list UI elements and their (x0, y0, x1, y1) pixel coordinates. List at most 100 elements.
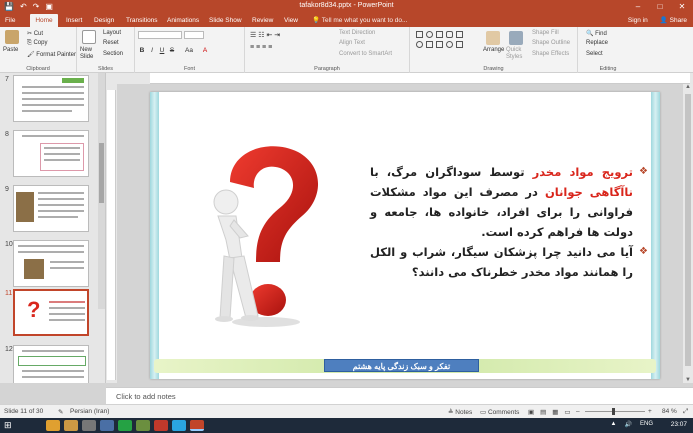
quick-styles-icon[interactable] (509, 31, 523, 45)
close-button[interactable]: ✕ (671, 0, 693, 14)
whatsapp-icon[interactable] (118, 420, 132, 431)
cut-button[interactable]: ✂ Cut (27, 30, 43, 37)
shape-rect-icon[interactable] (426, 41, 433, 48)
thinking-man-question-mark-image[interactable] (200, 140, 330, 330)
bold-button[interactable]: B (138, 47, 146, 54)
align-icons[interactable]: ≡ ≡ ≡ ≡ (250, 44, 272, 51)
thumbnail-slide-11[interactable]: 11 ? (0, 289, 96, 343)
bullets-icon[interactable]: ☰ ☷ ⇤ ⇥ (250, 31, 280, 39)
shape-fill-button[interactable]: Shape Fill (532, 30, 559, 36)
shape-outline-button[interactable]: Shape Outline (532, 40, 570, 46)
vertical-ruler-track[interactable] (107, 90, 116, 380)
tab-file[interactable]: File (2, 14, 18, 27)
windows-start-icon[interactable]: ⊞ (4, 420, 18, 431)
slide-thumbnail[interactable] (13, 240, 89, 287)
shape-rect-icon[interactable] (416, 31, 423, 38)
network-icon[interactable]: ▲ (611, 421, 617, 428)
telegram-icon[interactable] (172, 420, 186, 431)
app-icon[interactable] (154, 420, 168, 431)
app-icon[interactable] (64, 420, 78, 431)
slide-thumbnail[interactable]: ? (13, 289, 89, 336)
notes-pane[interactable]: Click to add notes (106, 387, 693, 404)
slide-scrollbar[interactable]: ▲ ▼ (683, 84, 693, 383)
paste-button[interactable]: Paste (3, 47, 18, 53)
horizontal-ruler[interactable] (150, 73, 690, 84)
scroll-thumb[interactable] (685, 94, 691, 366)
new-slide-button[interactable]: New Slide (80, 47, 100, 61)
slide-thumbnail[interactable] (13, 75, 89, 122)
arrange-button[interactable]: Arrange (483, 47, 504, 53)
thumbnail-slide-12[interactable]: 12 (0, 345, 96, 383)
app-icon[interactable] (136, 420, 150, 431)
text-direction-button[interactable]: Text Direction (339, 30, 375, 36)
shape-effects-button[interactable]: Shape Effects (532, 51, 569, 57)
thumbnail-slide-10[interactable]: 10 (0, 240, 96, 294)
zoom-out-button[interactable]: – (576, 408, 580, 415)
layout-button[interactable]: Layout (103, 30, 121, 36)
replace-button[interactable]: Replace (586, 40, 608, 46)
quick-styles-button[interactable]: Quick Styles (506, 47, 528, 61)
thumbnail-slide-9[interactable]: 9 (0, 185, 96, 239)
scroll-up-icon[interactable]: ▲ (684, 84, 692, 90)
shape-oval-icon[interactable] (416, 41, 423, 48)
tab-animations[interactable]: Animations (164, 14, 202, 27)
tab-view[interactable]: View (281, 14, 301, 27)
shape-oval-icon[interactable] (446, 41, 453, 48)
font-name-box[interactable] (138, 31, 182, 39)
strikethrough-button[interactable]: S (168, 47, 176, 54)
scroll-thumb[interactable] (99, 143, 104, 203)
zoom-slider-handle[interactable] (612, 408, 615, 415)
taskbar-clock[interactable]: 23:07 (671, 421, 687, 428)
thumbnail-slide-8[interactable]: 8 (0, 130, 96, 184)
app-icon[interactable] (100, 420, 114, 431)
sign-in-link[interactable]: Sign in (628, 14, 648, 27)
app-icon[interactable] (82, 420, 96, 431)
italic-button[interactable]: I (148, 47, 156, 54)
underline-button[interactable]: U (158, 47, 166, 54)
arrange-icon[interactable] (486, 31, 500, 45)
align-text-button[interactable]: Align Text (339, 40, 365, 46)
section-button[interactable]: Section (103, 51, 123, 57)
notes-button[interactable]: ≜ Notes (448, 408, 472, 416)
file-explorer-icon[interactable] (46, 420, 60, 431)
change-case-button[interactable]: Aa (182, 47, 196, 54)
zoom-slider[interactable] (585, 411, 645, 412)
shape-rounded-icon[interactable] (446, 31, 453, 38)
shape-rect-icon[interactable] (456, 41, 463, 48)
tab-slide-show[interactable]: Slide Show (206, 14, 245, 27)
find-button[interactable]: 🔍 Find (586, 30, 607, 37)
shape-rect-icon[interactable] (436, 31, 443, 38)
reset-button[interactable]: Reset (103, 40, 119, 46)
volume-icon[interactable]: 🔊 (625, 421, 632, 428)
language-indicator[interactable]: Persian (Iran) (70, 408, 109, 415)
slide-text-body[interactable]: ❖ ترویج مواد مخدر توسط سوداگران مرگ، با ن… (370, 162, 648, 282)
copy-button[interactable]: ⎘ Copy (27, 40, 47, 47)
share-button[interactable]: 👤 Share (660, 14, 687, 27)
font-color-icon[interactable]: A (201, 47, 209, 54)
thumbnail-scrollbar[interactable] (98, 73, 105, 309)
select-button[interactable]: Select (586, 51, 603, 57)
comments-button[interactable]: ▭ Comments (480, 408, 519, 416)
tell-me-box[interactable]: 💡 Tell me what you want to do... (312, 14, 407, 27)
shape-rect-icon[interactable] (436, 41, 443, 48)
current-slide[interactable]: ❖ ترویج مواد مخدر توسط سوداگران مرگ، با ن… (150, 92, 660, 379)
maximize-button[interactable]: □ (649, 0, 671, 14)
tab-transitions[interactable]: Transitions (123, 14, 161, 27)
spellcheck-icon[interactable]: ✎ (58, 408, 63, 416)
convert-smartart-button[interactable]: Convert to SmartArt (339, 51, 392, 57)
tab-home[interactable]: Home (30, 14, 58, 27)
powerpoint-taskbar-icon[interactable] (190, 420, 204, 431)
slide-thumbnail[interactable] (13, 185, 89, 232)
new-slide-icon[interactable] (82, 30, 96, 44)
tab-review[interactable]: Review (249, 14, 276, 27)
view-buttons[interactable]: ▣▤▦▭ (528, 408, 577, 416)
fit-slide-icon[interactable]: ⤢ (683, 408, 688, 416)
zoom-in-button[interactable]: + (648, 408, 652, 415)
tab-design[interactable]: Design (91, 14, 117, 27)
shape-rect-icon[interactable] (456, 31, 463, 38)
language-tray[interactable]: ENG (640, 421, 653, 428)
tab-insert[interactable]: Insert (63, 14, 85, 27)
paste-icon[interactable] (5, 30, 19, 44)
format-painter-button[interactable]: 🖌 Format Painter (27, 51, 76, 58)
font-size-box[interactable] (184, 31, 204, 39)
